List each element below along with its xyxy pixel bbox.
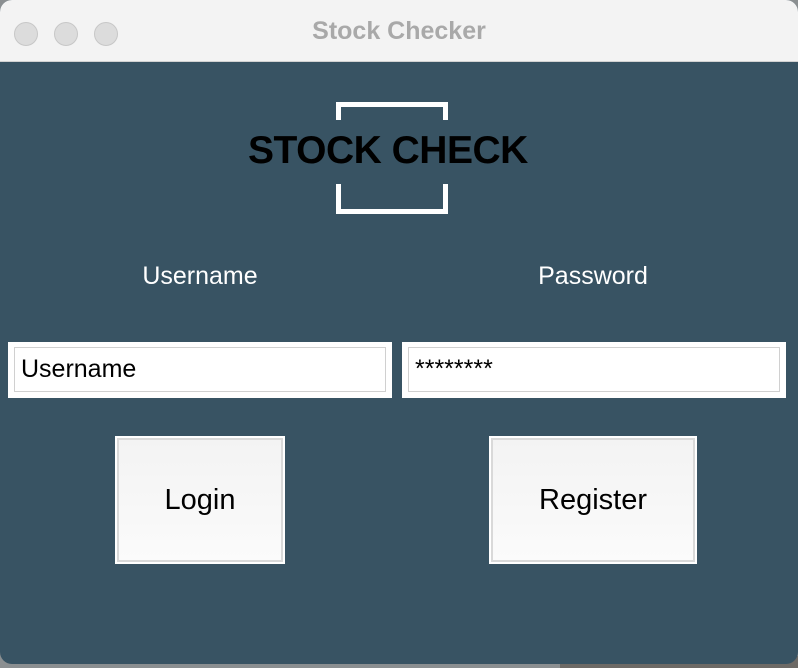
password-field-frame <box>402 342 786 398</box>
app-window: Stock Checker STOCK CHECK Username Passw… <box>0 0 798 664</box>
username-label: Username <box>142 262 258 290</box>
window-title: Stock Checker <box>312 17 486 45</box>
login-button[interactable]: Login <box>115 436 285 564</box>
username-field-frame <box>8 342 392 398</box>
logo-text: STOCK CHECK <box>248 129 528 172</box>
logo-bracket-bottom <box>336 184 448 214</box>
stock-check-logo: STOCK CHECK <box>248 102 538 214</box>
logo-bracket-top <box>336 102 448 120</box>
register-button[interactable]: Register <box>489 436 697 564</box>
username-input[interactable] <box>14 347 386 392</box>
password-input[interactable] <box>408 347 780 392</box>
title-bar: Stock Checker <box>0 0 798 62</box>
password-label: Password <box>538 262 648 290</box>
